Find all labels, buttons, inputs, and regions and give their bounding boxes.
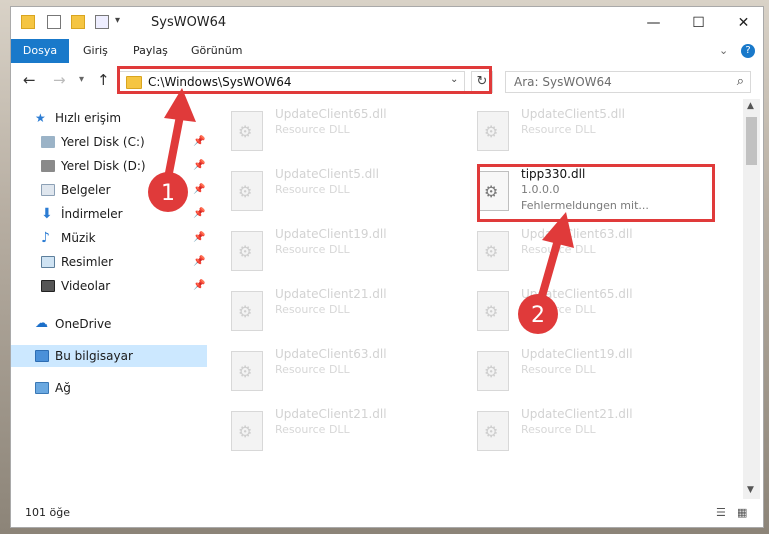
badge-2-label: 2 [531, 303, 545, 328]
arrow-1 [164, 88, 196, 182]
arrow-2 [538, 212, 574, 300]
badge-1-label: 1 [161, 181, 175, 206]
annotation-overlay: 1 2 [148, 88, 574, 334]
